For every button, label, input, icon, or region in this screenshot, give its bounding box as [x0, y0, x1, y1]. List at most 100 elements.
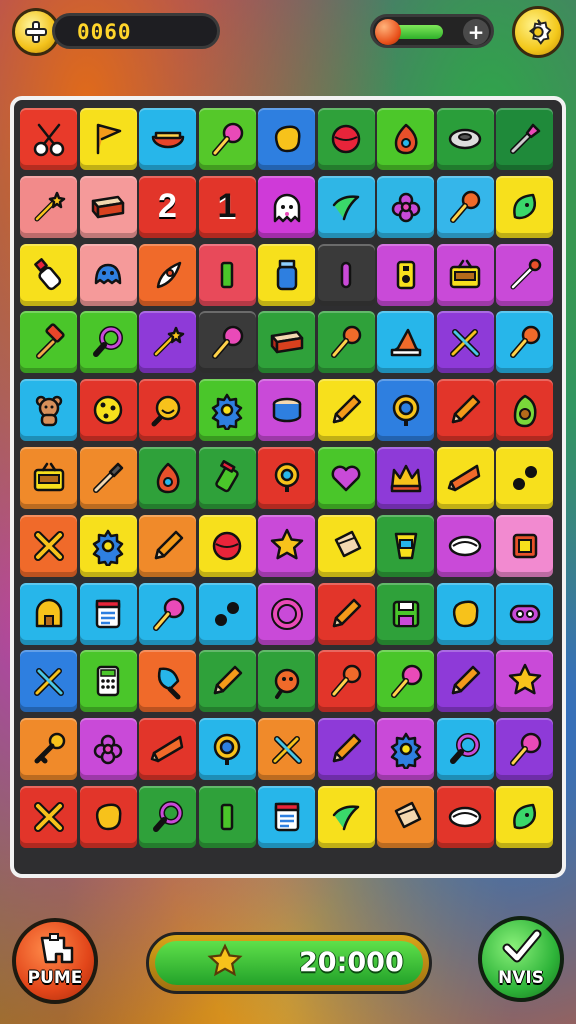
game-tile[interactable] — [317, 650, 375, 713]
game-tile[interactable] — [258, 379, 315, 442]
game-tile[interactable] — [198, 447, 256, 509]
game-tile[interactable] — [496, 108, 553, 170]
game-tile[interactable] — [79, 108, 137, 170]
game-tile[interactable] — [436, 718, 494, 781]
game-tile[interactable] — [79, 582, 137, 645]
game-tile[interactable] — [198, 243, 256, 306]
game-tile[interactable] — [79, 718, 137, 781]
game-tile[interactable] — [258, 311, 315, 374]
game-tile[interactable] — [377, 582, 434, 645]
game-tile[interactable] — [20, 311, 77, 374]
game-tile[interactable] — [258, 175, 315, 238]
game-tile[interactable] — [436, 582, 494, 645]
game-tile[interactable]: 1 — [198, 175, 256, 238]
game-tile[interactable] — [377, 447, 434, 509]
game-tile[interactable] — [79, 514, 137, 577]
game-tile[interactable] — [317, 243, 375, 306]
game-tile[interactable] — [198, 718, 256, 781]
game-tile[interactable] — [139, 311, 196, 374]
game-tile[interactable] — [258, 718, 315, 781]
game-tile[interactable] — [79, 311, 137, 374]
game-tile[interactable]: 2 — [139, 175, 196, 238]
game-tile[interactable] — [436, 447, 494, 509]
game-tile[interactable] — [79, 786, 137, 848]
game-tile[interactable] — [377, 379, 434, 442]
game-tile[interactable] — [139, 786, 196, 848]
game-tile[interactable] — [377, 650, 434, 713]
game-tile[interactable] — [139, 243, 196, 306]
game-tile[interactable] — [496, 311, 553, 374]
game-tile[interactable] — [436, 379, 494, 442]
game-tile[interactable] — [317, 447, 375, 509]
game-tile[interactable] — [139, 582, 196, 645]
game-tile[interactable] — [317, 379, 375, 442]
game-tile[interactable] — [139, 108, 196, 170]
game-tile[interactable] — [436, 311, 494, 374]
game-tile[interactable] — [79, 447, 137, 509]
game-tile[interactable] — [198, 311, 256, 374]
game-tile[interactable] — [377, 243, 434, 306]
pume-button[interactable]: PUME — [12, 918, 98, 1004]
game-tile[interactable] — [317, 786, 375, 848]
game-tile[interactable] — [317, 175, 375, 238]
game-tile[interactable] — [496, 379, 553, 442]
game-tile[interactable] — [139, 379, 196, 442]
game-tile[interactable] — [317, 718, 375, 781]
game-tile[interactable] — [20, 379, 77, 442]
game-tile[interactable] — [377, 108, 434, 170]
settings-button[interactable] — [512, 6, 564, 58]
game-tile[interactable] — [436, 175, 494, 238]
game-tile[interactable] — [496, 447, 553, 509]
game-tile[interactable] — [317, 514, 375, 577]
game-tile[interactable] — [258, 447, 315, 509]
game-tile[interactable] — [258, 243, 315, 306]
game-tile[interactable] — [79, 650, 137, 713]
game-tile[interactable] — [436, 243, 494, 306]
game-tile[interactable] — [20, 582, 77, 645]
game-tile[interactable] — [377, 718, 434, 781]
game-tile[interactable] — [377, 786, 434, 848]
game-tile[interactable] — [20, 650, 77, 713]
game-tile[interactable] — [317, 311, 375, 374]
game-tile[interactable] — [377, 514, 434, 577]
game-tile[interactable] — [79, 379, 137, 442]
game-tile[interactable] — [139, 718, 196, 781]
game-tile[interactable] — [20, 447, 77, 509]
game-tile[interactable] — [436, 514, 494, 577]
game-tile[interactable] — [20, 108, 77, 170]
game-tile[interactable] — [496, 175, 553, 238]
game-tile[interactable] — [496, 243, 553, 306]
game-tile[interactable] — [496, 786, 553, 848]
game-tile[interactable] — [377, 175, 434, 238]
game-tile[interactable] — [496, 514, 553, 577]
game-tile[interactable] — [436, 108, 494, 170]
game-tile[interactable] — [258, 582, 315, 645]
game-tile[interactable] — [198, 650, 256, 713]
game-tile[interactable] — [496, 650, 553, 713]
nvis-button[interactable]: NVIS — [478, 916, 564, 1002]
game-tile[interactable] — [20, 514, 77, 577]
game-tile[interactable] — [436, 786, 494, 848]
game-tile[interactable] — [198, 582, 256, 645]
game-tile[interactable] — [20, 175, 77, 238]
game-tile[interactable] — [79, 175, 137, 238]
game-tile[interactable] — [198, 514, 256, 577]
game-tile[interactable] — [198, 108, 256, 170]
game-tile[interactable] — [496, 582, 553, 645]
game-tile[interactable] — [20, 786, 77, 848]
add-energy-button[interactable]: + — [463, 19, 489, 45]
game-tile[interactable] — [139, 514, 196, 577]
game-tile[interactable] — [139, 650, 196, 713]
game-tile[interactable] — [20, 243, 77, 306]
game-tile[interactable] — [496, 718, 553, 781]
game-tile[interactable] — [139, 447, 196, 509]
game-tile[interactable] — [377, 311, 434, 374]
game-tile[interactable] — [258, 650, 315, 713]
game-tile[interactable] — [317, 582, 375, 645]
game-tile[interactable] — [258, 514, 315, 577]
game-tile[interactable] — [198, 379, 256, 442]
game-tile[interactable] — [20, 718, 77, 781]
game-tile[interactable] — [258, 108, 315, 170]
game-tile[interactable] — [317, 108, 375, 170]
game-tile[interactable] — [79, 243, 137, 306]
